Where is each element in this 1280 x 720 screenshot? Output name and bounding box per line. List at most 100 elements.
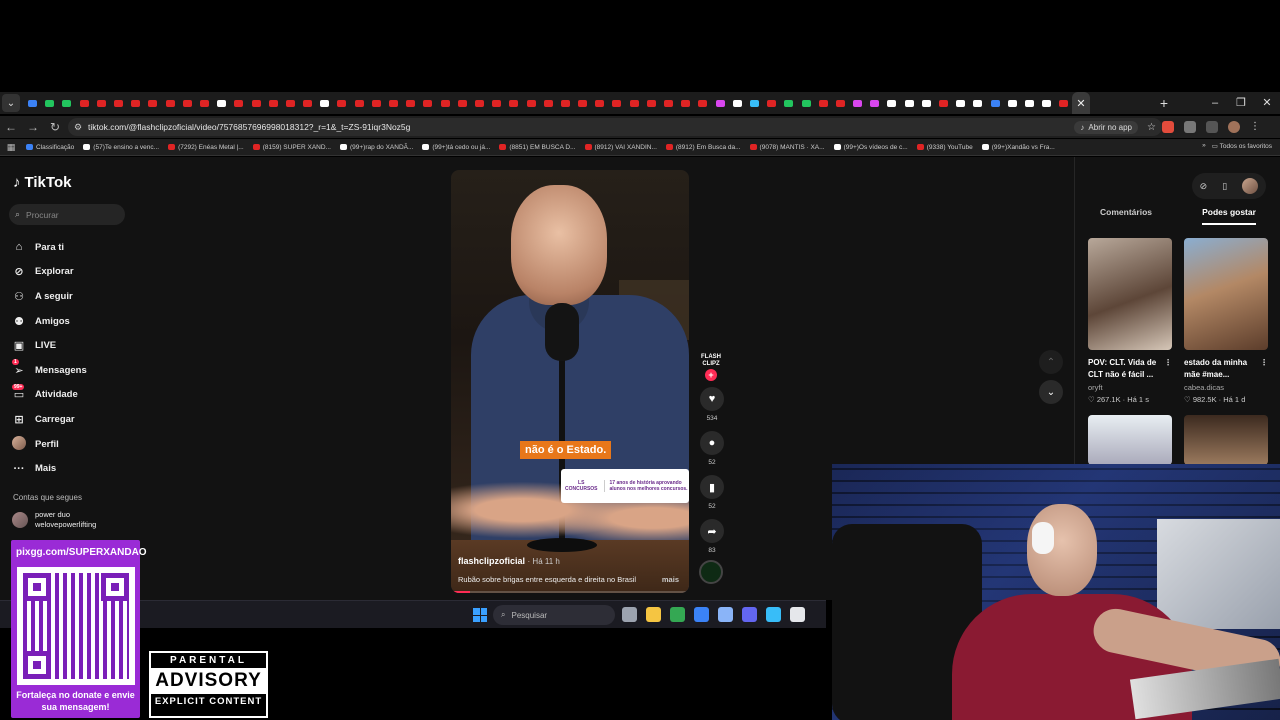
search-input[interactable]: ⌕ Procurar	[9, 204, 125, 225]
bookmarks-overflow-icon[interactable]: »	[1202, 142, 1206, 150]
bookmark-item[interactable]: (8912) VAI XANDIN...	[584, 144, 657, 151]
recommendation-thumbnail[interactable]	[1184, 415, 1268, 465]
back-icon[interactable]: ←	[0, 120, 22, 134]
url-input[interactable]: ⚙ tiktok.com/@flashclipzoficial/video/75…	[68, 118, 1162, 136]
tab-favicon[interactable]	[196, 92, 213, 114]
tab-close-icon[interactable]: ✕	[1076, 97, 1085, 110]
tab-favicon[interactable]	[918, 92, 935, 114]
bookmark-item[interactable]: (8912) Em Busca da...	[665, 144, 741, 151]
profile-avatar-browser[interactable]	[1228, 121, 1240, 133]
browser-menu-icon[interactable]: ⋮	[1250, 121, 1262, 133]
tab-favicon[interactable]	[952, 92, 969, 114]
bookmark-star-icon[interactable]: ☆	[1147, 122, 1156, 133]
tab-favicon[interactable]	[162, 92, 179, 114]
tab-favicon[interactable]	[282, 92, 299, 114]
video-player[interactable]: não é o Estado. LS CONCURSOS 17 anos de …	[451, 170, 689, 593]
user-avatar[interactable]	[1242, 178, 1259, 194]
tab-favicon[interactable]	[780, 92, 797, 114]
bookmark-item[interactable]: Classificação	[26, 144, 74, 151]
comment-action[interactable]: ● 52	[699, 431, 725, 466]
tab-favicon[interactable]	[351, 92, 368, 114]
extensions-puzzle-icon[interactable]	[1184, 121, 1196, 133]
nav-item-perfil[interactable]: Perfil	[12, 432, 142, 457]
tab-favicon[interactable]	[1038, 92, 1055, 114]
bookmark-item[interactable]: (8159) SUPER XAND...	[252, 144, 331, 151]
nav-item-live[interactable]: ▣ LIVE	[12, 333, 142, 358]
extension-icon[interactable]	[1162, 121, 1174, 133]
device-icon[interactable]: ▯	[1222, 181, 1227, 192]
tab-favicon[interactable]	[419, 92, 436, 114]
creator-avatar[interactable]: FLASH CLIPZ +	[699, 354, 723, 381]
tab-favicon[interactable]	[557, 92, 574, 114]
bookmark-item[interactable]: (99+)Os vídeos de c...	[833, 144, 908, 151]
taskbar-app-icon[interactable]	[694, 607, 709, 622]
bookmark-item[interactable]: (99+)rap do XANDÃ...	[339, 144, 413, 151]
tab-favicon[interactable]	[179, 92, 196, 114]
tab-favicon[interactable]	[24, 92, 41, 114]
tab-favicon[interactable]	[127, 92, 144, 114]
following-account[interactable]: power duo welovepowerlifting	[12, 510, 96, 530]
tab-favicon[interactable]	[316, 92, 333, 114]
tab-favicon[interactable]	[1004, 92, 1021, 114]
video-author[interactable]: flashclipzoficial · Há 11 h	[458, 556, 560, 566]
tab-favicon[interactable]	[437, 92, 454, 114]
tab-favicon[interactable]	[729, 92, 746, 114]
tab-favicon[interactable]	[247, 92, 264, 114]
active-tab[interactable]: ✕	[1072, 92, 1090, 114]
apps-grid-icon[interactable]: ▦	[0, 142, 22, 153]
maximize-icon[interactable]: ❐	[1228, 92, 1254, 114]
tab-favicon[interactable]	[1021, 92, 1038, 114]
tab-favicon[interactable]	[574, 92, 591, 114]
nav-item-mais[interactable]: ··· Mais	[12, 456, 142, 481]
open-app-button[interactable]: ♪ Abrir no app	[1074, 120, 1138, 134]
bookmark-icon[interactable]: ▮	[700, 475, 724, 499]
tab-favicon[interactable]	[849, 92, 866, 114]
bookmark-item[interactable]: (57)Te ensino a venc...	[83, 144, 159, 151]
heart-icon[interactable]: ♥	[700, 387, 724, 411]
comment-icon[interactable]: ●	[700, 431, 724, 455]
taskbar-app-icon[interactable]	[742, 607, 757, 622]
tab-favicon[interactable]	[93, 92, 110, 114]
minimize-icon[interactable]: –	[1202, 92, 1228, 114]
tab-favicon[interactable]	[41, 92, 58, 114]
new-tab-button[interactable]: +	[1154, 95, 1174, 111]
bookmark-item[interactable]: (8851) EM BUSCA D...	[499, 144, 576, 151]
bookmark-item[interactable]: (9078) MANTIS · XA...	[749, 144, 825, 151]
recommendation-card[interactable]: estado da minha mãe #mae... ⋮ cabea.dicas…	[1184, 238, 1268, 404]
tab-favicon[interactable]	[385, 92, 402, 114]
share-action[interactable]: ➦ 83	[699, 519, 725, 554]
tab-favicon[interactable]	[540, 92, 557, 114]
tab-favicon[interactable]	[402, 92, 419, 114]
taskbar-app-icon[interactable]	[622, 607, 637, 622]
close-window-icon[interactable]: ✕	[1254, 92, 1280, 114]
tab-favicon[interactable]	[746, 92, 763, 114]
tab-favicon[interactable]	[866, 92, 883, 114]
kebab-icon[interactable]: ⋮	[1164, 357, 1172, 369]
tab-favicon[interactable]	[660, 92, 677, 114]
next-video-icon[interactable]: ⌄	[1039, 380, 1063, 404]
site-info-icon[interactable]: ⚙	[68, 122, 88, 133]
tab-favicon[interactable]	[488, 92, 505, 114]
nav-item-mensagens[interactable]: ➢ 1 Mensagens	[12, 358, 142, 383]
windows-start-icon[interactable]	[473, 608, 487, 622]
taskbar-app-icon[interactable]	[766, 607, 781, 622]
video-progress-bar[interactable]	[451, 591, 689, 593]
tab-favicon[interactable]	[213, 92, 230, 114]
tab-favicon[interactable]	[901, 92, 918, 114]
nav-item-carregar[interactable]: ⊞ Carregar	[12, 407, 142, 432]
tab-favicon[interactable]	[368, 92, 385, 114]
kebab-icon[interactable]: ⋮	[1260, 357, 1268, 369]
tab-favicon[interactable]	[1055, 92, 1072, 114]
tab-favicon[interactable]	[763, 92, 780, 114]
tab-favicon[interactable]	[522, 92, 539, 114]
taskbar-app-icon[interactable]	[646, 607, 661, 622]
follow-plus-icon[interactable]: +	[705, 369, 717, 381]
music-disc-icon[interactable]	[699, 560, 723, 584]
more-button[interactable]: mais	[662, 575, 679, 584]
sidebar-icon[interactable]	[1206, 121, 1218, 133]
tab-favicon[interactable]	[643, 92, 660, 114]
tab-favicon[interactable]	[76, 92, 93, 114]
tab-favicon[interactable]	[712, 92, 729, 114]
bookmark-item[interactable]: (99+)Xandão vs Fra...	[981, 144, 1055, 151]
nav-item-a-seguir[interactable]: ⚇ A seguir	[12, 284, 142, 309]
